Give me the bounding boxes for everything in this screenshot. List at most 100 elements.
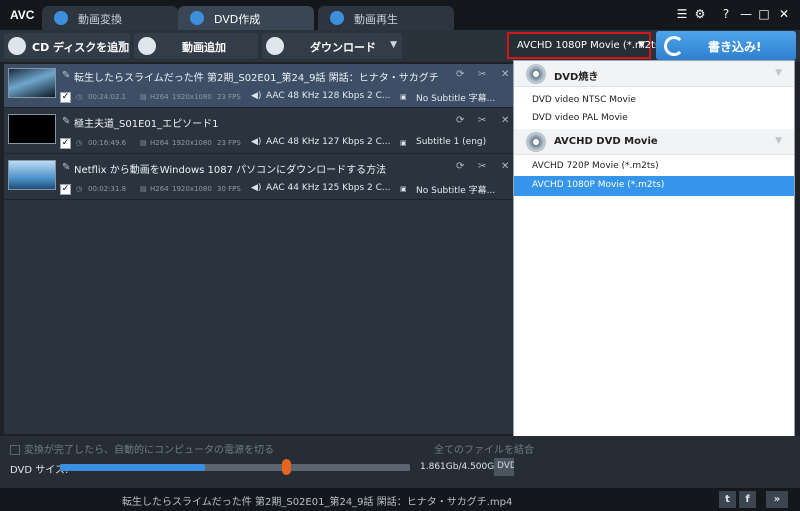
edit-icon[interactable]: ✎ [62, 116, 70, 127]
output-profile-select[interactable]: AVCHD 1080P Movie (*.m2ts) ▼ [507, 32, 664, 59]
hd-disc-icon [526, 132, 546, 152]
option-label: AVCHD 720P Movie (*.m2ts) [532, 161, 659, 171]
add-video-button[interactable]: 動画追加 [134, 33, 258, 59]
option-label: DVD video PAL Movie [532, 113, 628, 123]
file-row[interactable]: ✎ 転生したらスライムだった件 第2期_S02E01_第24_9話 閑話：ヒナタ… [4, 64, 514, 108]
subtitle-select[interactable]: No Subtitle 字幕... [416, 183, 495, 196]
maximize-button[interactable]: □ [756, 6, 772, 22]
file-resolution: 1920x1080 [172, 93, 212, 101]
disc-icon [190, 11, 204, 25]
help-button[interactable]: ? [718, 6, 734, 22]
file-fps: 30 FPS [217, 185, 241, 193]
file-list: ✎ 転生したらスライムだった件 第2期_S02E01_第24_9話 閑話：ヒナタ… [4, 64, 514, 434]
file-codec: H264 [150, 93, 169, 101]
profile-option[interactable]: DVD video PAL Movie [514, 109, 794, 129]
file-row[interactable]: ✎ Netflix から動画をWindows 1087 パソコンにダウンロードす… [4, 156, 514, 200]
refresh-icon [54, 11, 68, 25]
subtitle-icon: ▣ [400, 93, 407, 101]
audio-track-select[interactable]: AAC 44 KHz 125 Kbps 2 C... [266, 183, 391, 193]
tab-video-play[interactable]: 動画再生 [318, 6, 454, 30]
subtitle-select[interactable]: Subtitle 1 (eng) [416, 137, 486, 147]
gear-icon[interactable]: ⚙ [692, 6, 708, 22]
file-resolution: 1920x1080 [172, 139, 212, 147]
video-thumbnail [8, 160, 56, 190]
file-codec: H264 [150, 185, 169, 193]
film-icon: ▤ [140, 93, 147, 101]
chevron-down-icon: ▼ [775, 68, 782, 78]
file-row[interactable]: ✎ 極主夫道_S01E01_エピソード1 ⟳ ✂ ✕ ✓ ◷ 00:16:49.… [4, 110, 514, 154]
next-button[interactable]: » [766, 491, 788, 508]
file-duration: 00:02:31.8 [88, 185, 127, 193]
file-duration: 00:16:49.6 [88, 139, 127, 147]
minimize-button[interactable]: — [738, 6, 754, 22]
dvd-type-button[interactable]: DVD [494, 458, 514, 476]
edit-icon[interactable]: ✎ [62, 70, 70, 81]
merge-option[interactable]: 全てのファイルを結合 [434, 441, 534, 456]
current-file-name: 転生したらスライムだった件 第2期_S02E01_第24_9話 閑話：ヒナタ・サ… [122, 497, 513, 508]
audio-track-select[interactable]: AAC 48 KHz 128 Kbps 2 C... [266, 91, 391, 101]
cut-icon[interactable]: ✂ [478, 115, 486, 126]
shutdown-option[interactable]: 変換が完了したら、自動的にコンピュータの電源を切る [10, 441, 274, 456]
effects-icon[interactable]: ✕ [501, 69, 509, 80]
twitter-icon[interactable]: t [719, 491, 736, 508]
download-button[interactable]: ダウンロード ▼ [262, 33, 402, 59]
profile-option[interactable]: AVCHD 720P Movie (*.m2ts) [514, 157, 794, 177]
burn-button[interactable]: 書き込み! [656, 31, 796, 60]
dvd-disc-icon [526, 64, 546, 84]
effects-icon[interactable]: ✕ [501, 161, 509, 172]
profile-option[interactable]: DVD video NTSC Movie [514, 91, 794, 111]
file-checkbox[interactable]: ✓ [60, 138, 71, 149]
clock-icon: ◷ [76, 185, 83, 193]
video-thumbnail [8, 114, 56, 144]
profile-group-avchd[interactable]: AVCHD DVD Movie ▼ [514, 129, 794, 155]
group-title: AVCHD DVD Movie [554, 136, 658, 147]
download-label: ダウンロード [310, 41, 376, 54]
dvd-size-value: 1.861Gb/4.500Gb [420, 462, 500, 472]
status-bar: 転生したらスライムだった件 第2期_S02E01_第24_9話 閑話：ヒナタ・サ… [0, 488, 800, 511]
tab-dvd-create[interactable]: DVD作成 [178, 6, 314, 30]
file-name: 極主夫道_S01E01_エピソード1 [74, 119, 219, 130]
add-video-label: 動画追加 [182, 41, 226, 54]
cut-icon[interactable]: ✂ [478, 161, 486, 172]
chevron-down-icon[interactable]: ▼ [390, 40, 397, 50]
effects-icon[interactable]: ✕ [501, 115, 509, 126]
rotate-icon[interactable]: ⟳ [456, 161, 464, 172]
rotate-icon[interactable]: ⟳ [456, 115, 464, 126]
play-icon [330, 11, 344, 25]
list-icon[interactable]: ☰ [674, 6, 690, 22]
audio-track-select[interactable]: AAC 48 KHz 127 Kbps 2 C... [266, 137, 391, 147]
dvd-size-marker[interactable] [282, 459, 291, 475]
profile-dropdown-panel: DVD焼き ▼ DVD video NTSC Movie DVD video P… [513, 60, 795, 478]
add-video-icon [138, 37, 156, 55]
download-icon [266, 37, 284, 55]
dvd-size-fill [60, 464, 205, 471]
subtitle-select[interactable]: No Subtitle 字幕... [416, 91, 495, 104]
cut-icon[interactable]: ✂ [478, 69, 486, 80]
file-fps: 23 FPS [217, 139, 241, 147]
shutdown-checkbox[interactable] [10, 445, 20, 455]
edit-icon[interactable]: ✎ [62, 162, 70, 173]
file-checkbox[interactable]: ✓ [60, 184, 71, 195]
file-name: Netflix から動画をWindows 1087 パソコンにダウンロードする方… [74, 165, 387, 176]
close-button[interactable]: ✕ [776, 6, 792, 22]
tab-video-convert[interactable]: 動画変換 [42, 6, 178, 30]
profile-option-selected[interactable]: AVCHD 1080P Movie (*.m2ts) [514, 176, 794, 196]
speaker-icon: ◀) [251, 183, 262, 193]
speaker-icon: ◀) [251, 91, 262, 101]
chevron-down-icon[interactable]: ▼ [118, 40, 125, 50]
burn-label: 書き込み! [708, 40, 762, 54]
profile-group-dvd[interactable]: DVD焼き ▼ [514, 61, 794, 87]
file-resolution: 1920x1080 [172, 185, 212, 193]
rotate-icon[interactable]: ⟳ [456, 69, 464, 80]
add-cd-button[interactable]: CD ディスクを追加 ▼ [4, 33, 130, 59]
tab-label: 動画変換 [78, 13, 122, 26]
shutdown-label: 変換が完了したら、自動的にコンピュータの電源を切る [24, 445, 274, 456]
chevron-down-icon: ▼ [638, 40, 645, 50]
file-checkbox[interactable]: ✓ [60, 92, 71, 103]
video-thumbnail [8, 68, 56, 98]
facebook-icon[interactable]: f [739, 491, 756, 508]
clock-icon: ◷ [76, 139, 83, 147]
film-icon: ▤ [140, 139, 147, 147]
bottom-panel: 変換が完了したら、自動的にコンピュータの電源を切る 全てのファイルを結合 DVD… [0, 436, 800, 488]
add-disc-icon [8, 37, 26, 55]
